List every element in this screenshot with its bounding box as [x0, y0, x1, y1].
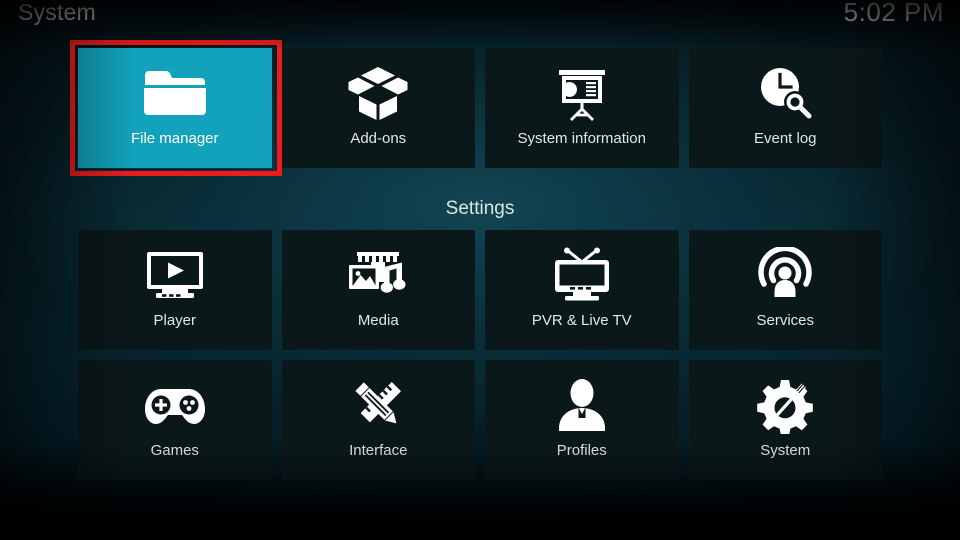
tile-interface[interactable]: Interface — [281, 360, 475, 480]
tile-add-ons[interactable]: Add-ons — [281, 48, 475, 168]
presentation-chart-icon — [546, 62, 618, 124]
monitor-play-icon — [139, 244, 211, 306]
pencil-ruler-icon — [342, 374, 414, 436]
clock: 5:02 PM — [843, 0, 944, 27]
tile-file-manager[interactable]: File manager — [78, 48, 272, 168]
tile-system[interactable]: System — [688, 360, 882, 480]
open-box-icon — [342, 62, 414, 124]
tile-services[interactable]: Services — [688, 230, 882, 350]
television-antenna-icon — [546, 244, 618, 306]
top-row: File manager Add-ons System information … — [78, 48, 882, 168]
tile-pvr-live-tv[interactable]: PVR & Live TV — [485, 230, 679, 350]
page-title: System — [18, 0, 96, 25]
kodi-system-screen: System 5:02 PM File manager Add-ons Syst… — [0, 0, 960, 540]
tile-label: Interface — [349, 442, 408, 459]
tile-label: PVR & Live TV — [531, 312, 632, 329]
tile-label: Profiles — [556, 442, 607, 459]
tile-label: Event log — [753, 130, 817, 147]
tile-label: Services — [756, 312, 815, 329]
film-photo-music-icon — [342, 244, 414, 306]
settings-section-heading: Settings — [445, 198, 515, 219]
tile-event-log[interactable]: Event log — [688, 48, 882, 168]
header-bar: System 5:02 PM — [0, 0, 960, 36]
tile-label: System — [760, 442, 811, 459]
settings-row-2: Games Interface Profiles System — [78, 360, 882, 480]
tile-system-information[interactable]: System information — [485, 48, 679, 168]
person-bust-icon — [546, 374, 618, 436]
gear-tools-icon — [749, 374, 821, 436]
tile-label: Add-ons — [350, 130, 407, 147]
tile-label: Games — [150, 442, 199, 459]
tile-label: Player — [153, 312, 197, 329]
broadcast-person-icon — [749, 244, 821, 306]
tile-media[interactable]: Media — [281, 230, 475, 350]
tile-games[interactable]: Games — [78, 360, 272, 480]
gamepad-icon — [139, 374, 211, 436]
tile-label: File manager — [130, 130, 219, 147]
settings-row-1: Player Media PVR & Live TV Services — [78, 230, 882, 350]
tile-label: Media — [357, 312, 399, 329]
folder-icon — [139, 62, 211, 124]
tile-label: System information — [517, 130, 646, 147]
clock-search-icon — [749, 62, 821, 124]
tile-profiles[interactable]: Profiles — [485, 360, 679, 480]
tile-player[interactable]: Player — [78, 230, 272, 350]
